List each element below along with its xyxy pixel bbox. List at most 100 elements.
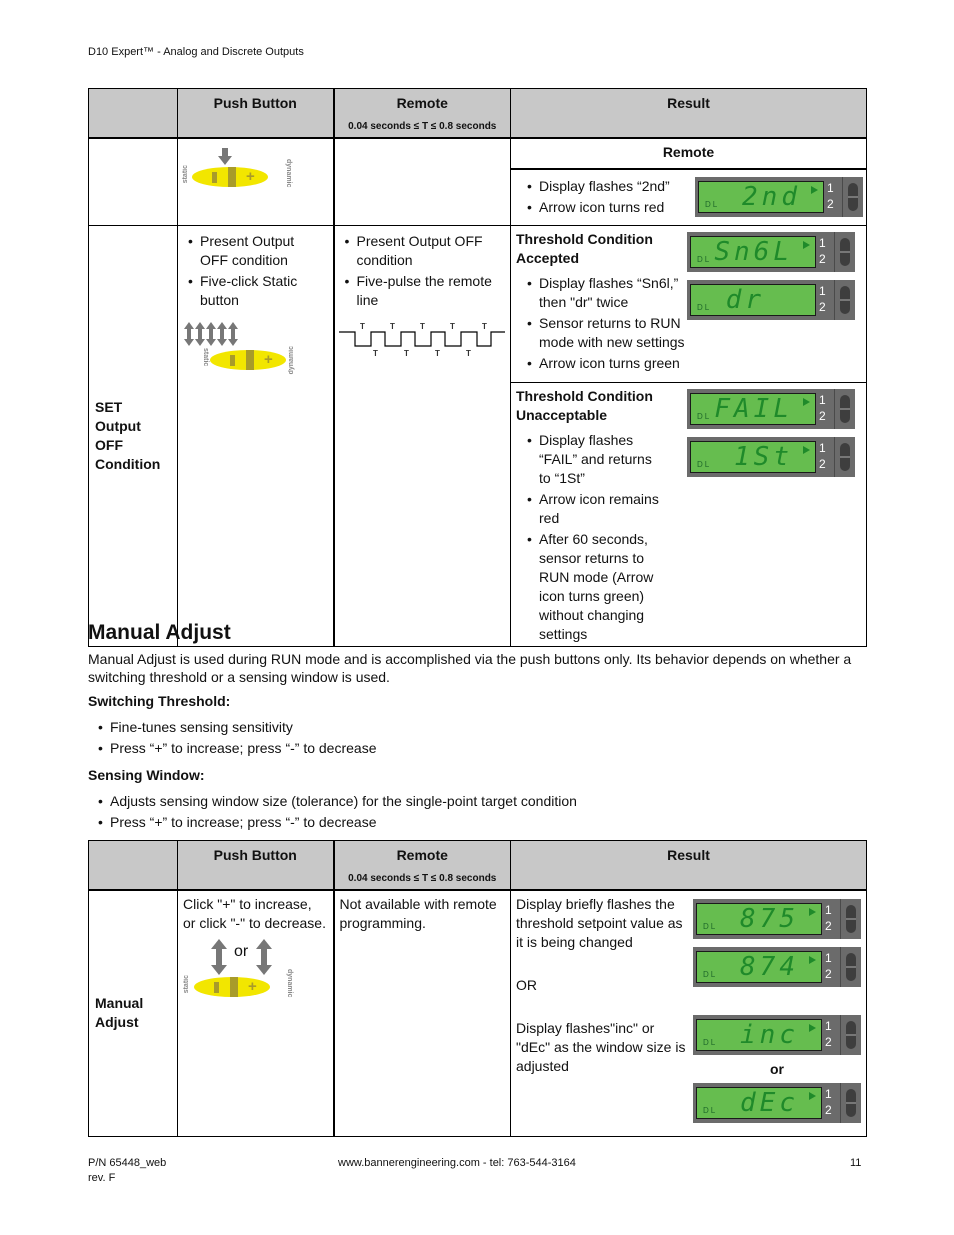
remote-cell: Not available with remote programming.	[333, 889, 511, 1137]
table-header-row: Push Button Remote 0.04 seconds ≤ T ≤ 0.8…	[88, 88, 867, 139]
arrow-icon	[803, 398, 810, 406]
rocker-button-icon	[840, 286, 850, 314]
arrow-icon	[803, 241, 810, 249]
svg-text:T: T	[450, 322, 455, 331]
unacceptable-title: Threshold Condition Unacceptable	[516, 388, 653, 423]
lcd-display: DL FAIL 1 2	[687, 389, 855, 429]
push-button-graphic: static + dynamic	[178, 139, 298, 209]
remote-cell: Present Output OFF condition Five-pulse …	[333, 225, 511, 647]
remote-text: Not available with remote programming.	[339, 896, 497, 931]
table-row: Manual Adjust Click "+" to increase, or …	[88, 889, 867, 1137]
footer-contact: www.bannerengineering.com - tel: 763-544…	[338, 1157, 576, 1169]
running-header: D10 Expert™ - Analog and Discrete Output…	[88, 46, 304, 58]
arrow-icon	[809, 956, 816, 964]
header-empty	[88, 88, 178, 139]
rocker-button-icon	[846, 1021, 856, 1049]
accepted-title: Threshold Condition Accepted	[516, 231, 653, 266]
plus-minus-graphic: or static + dynamic	[178, 939, 298, 1009]
pulse-train-diagram: T T T T T T T T T	[338, 322, 505, 358]
unacceptable-block: Threshold Condition Unacceptable Display…	[511, 383, 866, 646]
row-label: Manual Adjust	[95, 995, 144, 1031]
arrow-icon	[809, 908, 816, 916]
result-or: OR	[516, 977, 537, 993]
accepted-block: Threshold Condition Accepted Display fla…	[511, 226, 866, 383]
dynamic-label: dynamic	[285, 159, 292, 188]
lcd-display: DL 1St 1 2	[687, 437, 855, 477]
lcd-display: DL 875 1 2	[693, 899, 861, 939]
window-heading: Sensing Window:	[88, 767, 205, 783]
push-bullets: Present Output OFF condition Five-click …	[178, 232, 318, 310]
header-result: Result	[510, 88, 867, 139]
result-text-window: Display flashes"inc" or "dEc" as the win…	[516, 1020, 686, 1074]
lcd-display: DL 874 1 2	[693, 947, 861, 987]
table-row: SET Output OFF Condition Present Output …	[88, 225, 867, 647]
svg-text:T: T	[435, 349, 440, 358]
header-result: Result	[510, 840, 867, 891]
section-heading: Manual Adjust	[88, 621, 231, 644]
static-label: static	[182, 165, 189, 184]
footer-part-info: P/N 65448_web rev. F	[88, 1156, 166, 1186]
push-button-cell: static + dynamic	[177, 137, 335, 226]
revision: rev. F	[88, 1172, 116, 1184]
lcd-display: DL inc 1 2	[693, 1015, 861, 1055]
manual-adjust-table: Push Button Remote 0.04 seconds ≤ T ≤ 0.8…	[88, 840, 867, 1137]
window-bullets: Adjusts sensing window size (tolerance) …	[88, 792, 858, 834]
five-double-arrows-icon	[184, 322, 239, 349]
svg-text:T: T	[373, 349, 378, 358]
rocker-button-icon	[840, 395, 850, 423]
result-subheader: Remote	[511, 139, 866, 170]
header-remote: Remote 0.04 seconds ≤ T ≤ 0.8 seconds	[333, 840, 511, 891]
pulse-t-label: T	[360, 322, 365, 331]
svg-text:T: T	[390, 322, 395, 331]
table-header-row: Push Button Remote 0.04 seconds ≤ T ≤ 0.8…	[88, 840, 867, 891]
svg-text:T: T	[466, 349, 471, 358]
lcd-display: DL dr 1 2	[687, 280, 855, 320]
five-click-graphic: static + dynamic	[184, 322, 304, 392]
button-pair-icon: +	[210, 350, 286, 370]
double-arrow-icon	[211, 939, 227, 975]
intro-paragraph: Manual Adjust is used during RUN mode an…	[88, 651, 852, 685]
button-pair-icon: +	[192, 167, 268, 187]
push-button-cell: Present Output OFF condition Five-click …	[177, 225, 335, 647]
lcd-display: DL dEc 1 2	[693, 1083, 861, 1123]
svg-text:T: T	[420, 322, 425, 331]
arrow-icon	[809, 1092, 816, 1100]
part-number: P/N 65448_web	[88, 1157, 167, 1169]
rocker-button-icon	[846, 905, 856, 933]
lcd-display: DL Sn6L 1 2	[687, 232, 855, 272]
rocker-button-icon	[840, 238, 850, 266]
arrow-down-icon	[218, 148, 232, 165]
switching-bullets: Fine-tunes sensing sensitivity Press “+”…	[88, 718, 858, 760]
arrow-icon	[803, 446, 810, 454]
lcd-display: DL 2nd 1 2	[695, 177, 863, 217]
rocker-button-icon	[846, 953, 856, 981]
arrow-icon	[811, 186, 818, 194]
result-cell: Threshold Condition Accepted Display fla…	[510, 225, 867, 647]
header-push-button: Push Button	[177, 88, 335, 139]
row-label: SET Output OFF Condition	[95, 399, 161, 472]
rocker-button-icon	[848, 183, 858, 211]
page-number: 11	[850, 1157, 862, 1169]
header-remote: Remote 0.04 seconds ≤ T ≤ 0.8 seconds	[333, 88, 511, 139]
row-label-cell: SET Output OFF Condition	[88, 225, 178, 647]
rocker-button-icon	[846, 1089, 856, 1117]
result-text-setpoint: Display briefly flashes the threshold se…	[516, 896, 683, 950]
rocker-button-icon	[840, 443, 850, 471]
push-text: Click "+" to increase, or click "-" to d…	[183, 896, 326, 931]
svg-text:T: T	[482, 322, 487, 331]
button-pair-icon: +	[194, 977, 270, 997]
header-push-button: Push Button	[177, 840, 335, 891]
result-bullets: Display flashes “2nd” Arrow icon turns r…	[517, 177, 695, 225]
switching-heading: Switching Threshold:	[88, 693, 231, 709]
result-cell: Display briefly flashes the threshold se…	[510, 889, 867, 1137]
svg-text:T: T	[404, 349, 409, 358]
display-or: or	[770, 1061, 784, 1077]
table-row: static + dynamic Remote Display flashes …	[88, 137, 867, 226]
programming-table: Push Button Remote 0.04 seconds ≤ T ≤ 0.8…	[88, 88, 867, 647]
or-label: or	[234, 943, 249, 960]
remote-bullets: Present Output OFF condition Five-pulse …	[335, 232, 495, 310]
push-button-cell: Click "+" to increase, or click "-" to d…	[177, 889, 335, 1137]
result-cell: Remote Display flashes “2nd” Arrow icon …	[510, 137, 867, 226]
double-arrow-icon	[256, 939, 272, 975]
arrow-icon	[809, 1024, 816, 1032]
